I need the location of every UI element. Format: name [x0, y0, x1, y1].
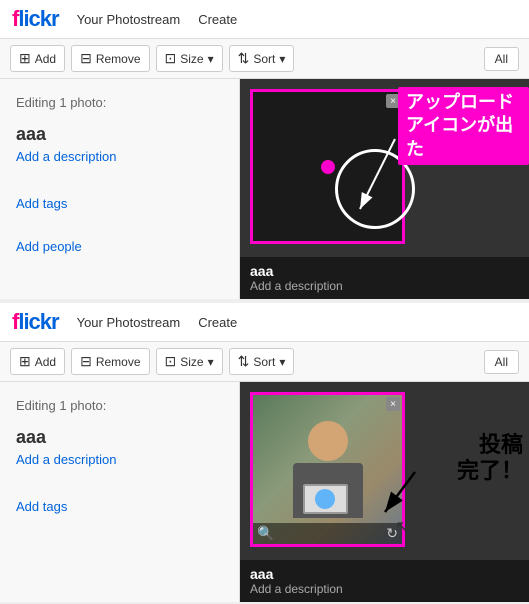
- size-chevron-2: ▾: [208, 355, 214, 369]
- upload-dot: [321, 160, 335, 174]
- jp-toko: 投稿: [457, 432, 523, 458]
- size-icon-1: ⊡: [165, 50, 177, 67]
- nav-create-2[interactable]: Create: [198, 315, 237, 330]
- right-panel-2: × 🔍 ↻ ↖ 投稿 完了！ aaa Add a descr: [240, 382, 529, 602]
- panel-section-1: Editing 1 photo: aaa Add a description A…: [0, 79, 529, 301]
- jp-annotation-2: 投稿 完了！: [457, 432, 523, 485]
- size-label-2: Size: [180, 355, 203, 369]
- toolbar-1: ⊞ Add ⊟ Remove ⊡ Size ▾ ⇅ Sort ▾ All: [0, 39, 529, 79]
- all-button-1[interactable]: All: [484, 47, 519, 71]
- left-panel-2: Editing 1 photo: aaa Add a description A…: [0, 382, 240, 602]
- right-panel-1: × アップロード アイコンが出た aaa Add a description: [240, 79, 529, 299]
- remove-button-1[interactable]: ⊟ Remove: [71, 45, 149, 72]
- caption-area-2: aaa Add a description: [240, 560, 529, 602]
- sort-button-1[interactable]: ⇅ Sort ▾: [229, 45, 295, 72]
- size-label-1: Size: [180, 52, 203, 66]
- left-panel-1: Editing 1 photo: aaa Add a description A…: [0, 79, 240, 299]
- sort-label-1: Sort: [253, 52, 275, 66]
- caption-title-2: aaa: [250, 566, 519, 582]
- photo-title-1: aaa: [16, 124, 223, 145]
- remove-icon-2: ⊟: [80, 353, 92, 370]
- remove-label-2: Remove: [96, 355, 141, 369]
- add-tags-1[interactable]: Add tags: [16, 196, 223, 211]
- cursor-2: ↖: [395, 517, 410, 538]
- thumb-toolbar-2: 🔍 ↻: [253, 523, 402, 544]
- caption-area-1: aaa Add a description: [240, 257, 529, 299]
- flickr-logo-2: flickr: [12, 309, 59, 335]
- add-description-1[interactable]: Add a description: [16, 149, 223, 164]
- size-button-1[interactable]: ⊡ Size ▾: [156, 45, 223, 72]
- remove-icon-1: ⊟: [80, 50, 92, 67]
- photo-thumb-2: × 🔍 ↻: [250, 392, 405, 547]
- toolbar-2: ⊞ Add ⊟ Remove ⊡ Size ▾ ⇅ Sort ▾ All: [0, 342, 529, 382]
- photo-title-2: aaa: [16, 427, 223, 448]
- close-btn-2[interactable]: ×: [386, 397, 400, 411]
- nav-photostream-1[interactable]: Your Photostream: [77, 12, 181, 27]
- add-people-1[interactable]: Add people: [16, 239, 223, 254]
- photo-thumb-1: ×: [250, 89, 405, 244]
- sort-label-2: Sort: [253, 355, 275, 369]
- caption-desc-1[interactable]: Add a description: [250, 279, 519, 293]
- sort-button-2[interactable]: ⇅ Sort ▾: [229, 348, 295, 375]
- add-description-2[interactable]: Add a description: [16, 452, 223, 467]
- nav-create-1[interactable]: Create: [198, 12, 237, 27]
- remove-button-2[interactable]: ⊟ Remove: [71, 348, 149, 375]
- sort-icon-1: ⇅: [238, 50, 250, 67]
- add-label-2: Add: [35, 355, 56, 369]
- add-icon-2: ⊞: [19, 353, 31, 370]
- sort-chevron-2: ▾: [279, 355, 285, 369]
- flickr-logo-1: flickr: [12, 6, 59, 32]
- remove-label-1: Remove: [96, 52, 141, 66]
- editing-label-2: Editing 1 photo:: [16, 398, 223, 413]
- add-icon-1: ⊞: [19, 50, 31, 67]
- all-label-2: All: [495, 355, 508, 369]
- navbar-bottom: flickr Your Photostream Create: [0, 301, 529, 342]
- zoom-icon[interactable]: 🔍: [257, 525, 274, 542]
- sort-icon-2: ⇅: [238, 353, 250, 370]
- jp-line2-1: アイコンが出た: [406, 114, 521, 161]
- size-button-2[interactable]: ⊡ Size ▾: [156, 348, 223, 375]
- size-chevron-1: ▾: [208, 52, 214, 66]
- jp-kanryo: 完了！: [457, 458, 523, 484]
- editing-label-1: Editing 1 photo:: [16, 95, 223, 110]
- all-label-1: All: [495, 52, 508, 66]
- add-tags-2[interactable]: Add tags: [16, 499, 223, 514]
- add-label-1: Add: [35, 52, 56, 66]
- navbar-top: flickr Your Photostream Create: [0, 0, 529, 39]
- add-button-1[interactable]: ⊞ Add: [10, 45, 65, 72]
- nav-photostream-2[interactable]: Your Photostream: [77, 315, 181, 330]
- jp-annotation-1: アップロード アイコンが出た: [398, 87, 529, 165]
- all-button-2[interactable]: All: [484, 350, 519, 374]
- size-icon-2: ⊡: [165, 353, 177, 370]
- caption-title-1: aaa: [250, 263, 519, 279]
- panel-section-2: Editing 1 photo: aaa Add a description A…: [0, 382, 529, 604]
- add-button-2[interactable]: ⊞ Add: [10, 348, 65, 375]
- logo-licr-2: lickr: [18, 309, 58, 334]
- logo-licr: lickr: [18, 6, 58, 31]
- jp-line1-1: アップロード: [406, 91, 521, 114]
- sort-chevron-1: ▾: [279, 52, 285, 66]
